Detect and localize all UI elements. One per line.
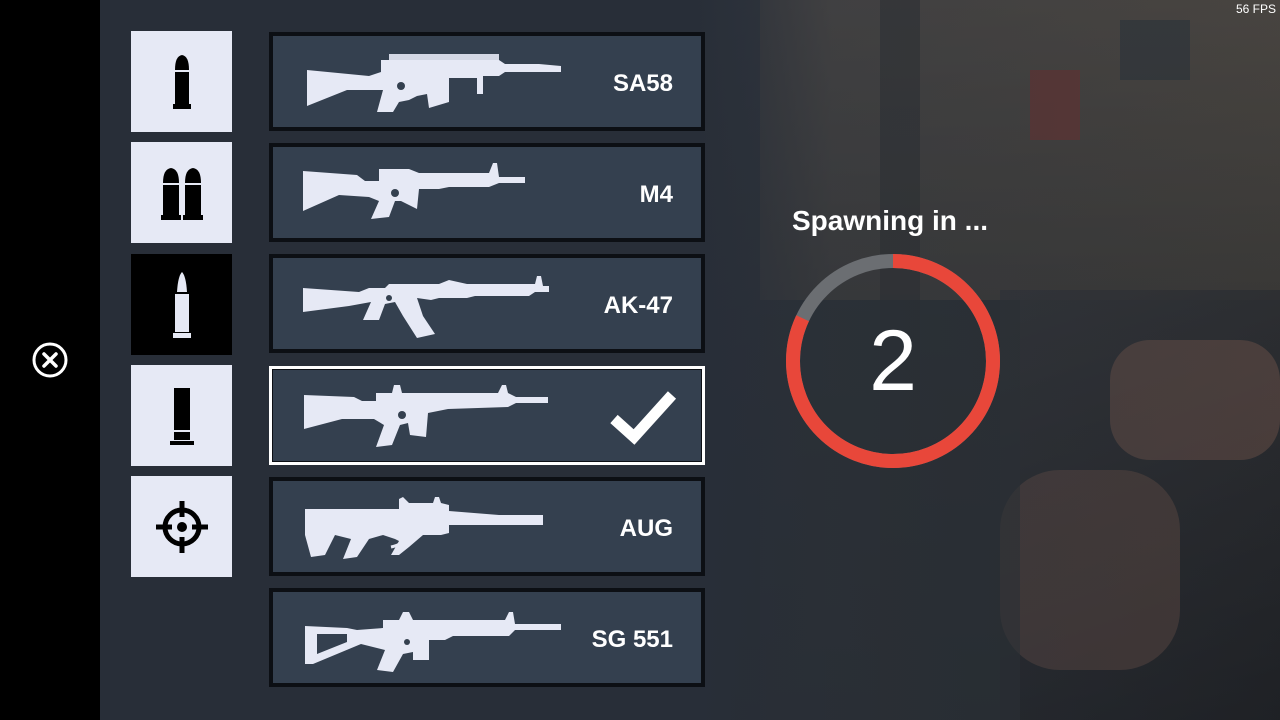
weapon-card-ak47[interactable]: AK-47 xyxy=(269,254,705,353)
category-smg[interactable] xyxy=(131,142,232,243)
double-bullet-icon xyxy=(160,167,203,220)
fps-counter: 56 FPS xyxy=(1235,2,1276,16)
weapon-name: SG 551 xyxy=(591,626,673,653)
sg551-rifle-icon xyxy=(305,612,561,672)
selected-rifle-icon xyxy=(304,385,548,447)
weapon-card-m4[interactable]: M4 xyxy=(269,143,705,242)
shotgun-shell-icon xyxy=(169,387,194,445)
category-sniper[interactable] xyxy=(131,476,232,577)
single-bullet-icon xyxy=(172,54,191,109)
spawn-title: Spawning in ... xyxy=(792,205,988,236)
category-rifle[interactable] xyxy=(131,254,232,355)
weapon-card-sg551[interactable]: SG 551 xyxy=(269,588,705,687)
weapon-name: M4 xyxy=(639,181,673,208)
sa58-rifle-icon xyxy=(307,54,561,112)
crosshair-icon xyxy=(155,500,208,553)
weapon-card-aug[interactable]: AUG xyxy=(269,477,705,576)
weapon-card-selected[interactable] xyxy=(269,366,705,465)
weapon-name: SA58 xyxy=(612,70,673,97)
weapon-name: AUG xyxy=(619,515,673,542)
category-pistol[interactable] xyxy=(131,31,232,132)
spawn-countdown: 2 xyxy=(869,312,917,409)
aug-rifle-icon xyxy=(305,497,543,559)
checkmark-icon xyxy=(610,391,676,445)
rifle-bullet-icon xyxy=(172,271,191,338)
weapon-name: AK-47 xyxy=(603,292,673,319)
category-shotgun[interactable] xyxy=(131,365,232,466)
close-icon xyxy=(32,342,68,378)
ak47-rifle-icon xyxy=(303,276,549,338)
m4-rifle-icon xyxy=(303,163,525,219)
weapon-card-sa58[interactable]: SA58 xyxy=(269,32,705,131)
close-button[interactable] xyxy=(31,341,69,379)
